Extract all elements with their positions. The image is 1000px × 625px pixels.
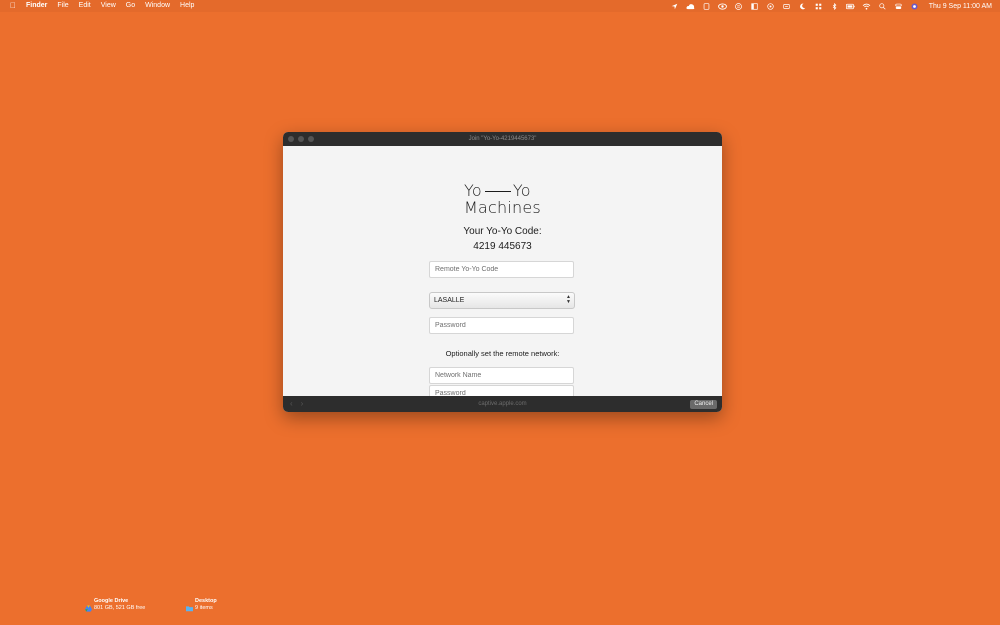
menu-finder[interactable]: Finder — [26, 0, 47, 12]
moon-icon[interactable] — [798, 3, 807, 10]
footer-url: captive.apple.com — [478, 401, 527, 407]
siri-icon[interactable] — [910, 2, 919, 10]
select-arrows-icon: ▲ ▼ — [566, 294, 571, 305]
folder-icon — [186, 599, 193, 612]
control-center-icon[interactable] — [894, 3, 903, 10]
battery-icon[interactable] — [845, 3, 855, 10]
window-title: Join "Yo-Yo-4219445673" — [468, 136, 537, 142]
password-input[interactable] — [429, 317, 574, 334]
yo-yo-code-value: 4219 445673 — [473, 241, 532, 252]
window-footer: ‹ › captive.apple.com Cancel — [283, 396, 722, 412]
cc-icon[interactable] — [734, 2, 743, 10]
network-password-input[interactable] — [429, 385, 574, 396]
window-content: Yo Yo Machines Your Yo-Yo Code: 4219 445… — [283, 146, 722, 396]
clock-icon[interactable] — [782, 3, 791, 10]
target-icon[interactable] — [766, 2, 775, 10]
logo-dash — [484, 190, 511, 192]
menu-go[interactable]: Go — [126, 0, 135, 12]
network-name-input[interactable] — [429, 367, 574, 384]
remote-code-input[interactable] — [429, 261, 574, 278]
menu-view[interactable]: View — [101, 0, 116, 12]
menu-file[interactable]: File — [57, 0, 68, 12]
network-select-value: LASALLE — [434, 297, 465, 304]
cancel-button[interactable]: Cancel — [690, 400, 717, 409]
desktop-folder-info: 9 items — [195, 604, 213, 611]
menu-window[interactable]: Window — [145, 0, 170, 12]
menu-edit[interactable]: Edit — [79, 0, 91, 12]
menu-bar:  Finder File Edit View Go Window Help T… — [0, 0, 1000, 12]
logo-word-left: Yo — [464, 181, 482, 200]
desktop-folder[interactable]: Desktop 9 items — [186, 598, 217, 612]
optional-network-label: Optionally set the remote network: — [445, 349, 560, 358]
eye-icon[interactable] — [717, 2, 727, 10]
logo-word-machines: Machines — [464, 198, 541, 217]
desktop-folder-name: Desktop — [195, 598, 217, 604]
grid-icon[interactable] — [814, 3, 823, 10]
network-select[interactable]: LASALLE ▲ ▼ — [429, 292, 575, 309]
search-icon[interactable] — [878, 2, 887, 10]
window-titlebar[interactable]: Join "Yo-Yo-4219445673" — [283, 132, 722, 146]
google-drive-info: 801 GB, 521 GB free — [94, 604, 146, 611]
menubar-clock[interactable]: Thu 9 Sep 11:00 AM — [929, 3, 992, 10]
sidebar-icon[interactable] — [750, 2, 759, 10]
cloud-icon[interactable] — [686, 3, 695, 10]
apple-menu-icon[interactable]:  — [10, 0, 16, 12]
yo-yo-code-label: Your Yo-Yo Code: — [463, 226, 542, 237]
google-drive-volume[interactable]: Google Drive 801 GB, 521 GB free — [85, 598, 146, 612]
google-drive-icon — [85, 599, 92, 612]
menu-help[interactable]: Help — [180, 0, 194, 12]
logo-word-right: Yo — [512, 181, 531, 200]
location-icon[interactable] — [670, 3, 679, 10]
yo-yo-machines-logo: Yo Yo Machines — [464, 183, 544, 216]
join-window: Join "Yo-Yo-4219445673" Yo Yo Machines Y… — [283, 132, 722, 412]
wifi-icon[interactable] — [862, 3, 871, 10]
app-icon[interactable] — [702, 2, 711, 10]
bluetooth-icon[interactable] — [830, 2, 839, 10]
